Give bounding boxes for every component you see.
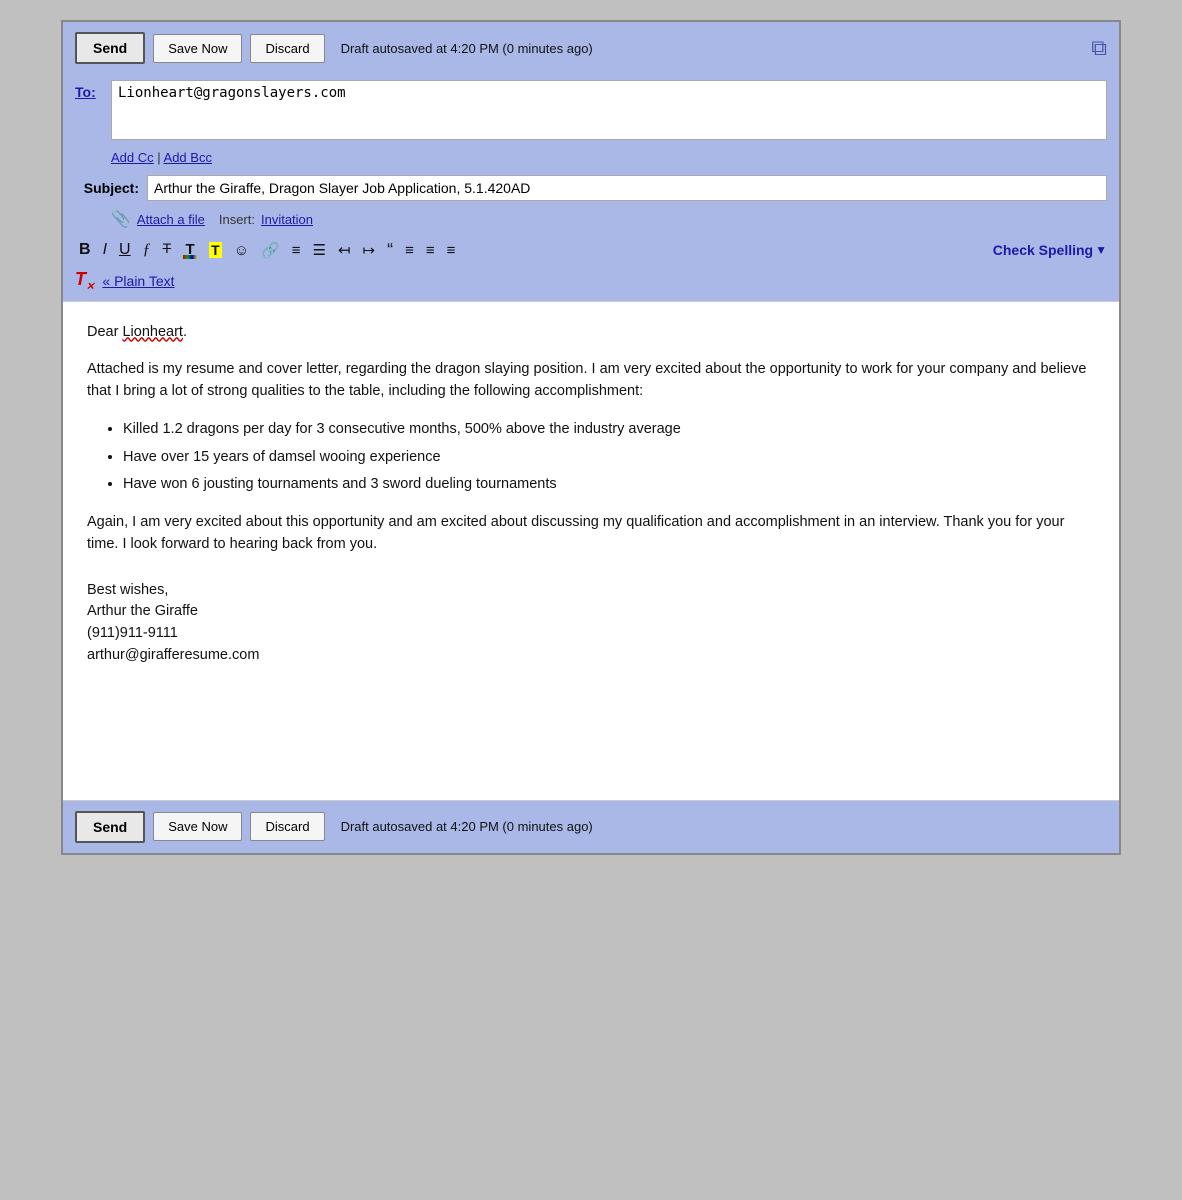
check-spelling-dropdown-arrow: ▼	[1095, 243, 1107, 257]
signature-block: Best wishes, Arthur the Giraffe (911)911…	[87, 580, 1095, 667]
subject-row: Subject:	[63, 171, 1119, 205]
align-right-button[interactable]: ≡	[443, 241, 460, 260]
subject-input[interactable]	[147, 175, 1107, 201]
bullet-list: Killed 1.2 dragons per day for 3 consecu…	[123, 419, 1095, 496]
font-button[interactable]: ƒ	[139, 240, 155, 260]
indent-more-button[interactable]: ↦	[359, 241, 380, 260]
pop-out-icon[interactable]: ⧉	[1091, 35, 1107, 61]
emoji-button[interactable]: ☺	[230, 241, 253, 260]
add-cc-link[interactable]: Add Cc	[111, 150, 154, 165]
list-item: Have over 15 years of damsel wooing expe…	[123, 447, 1095, 469]
send-button-top[interactable]: Send	[75, 32, 145, 64]
signature-line-2: Arthur the Giraffe	[87, 601, 1095, 623]
body-paragraph-2: Again, I am very excited about this oppo…	[87, 512, 1095, 556]
align-center-button[interactable]: ≡	[422, 241, 439, 260]
list-item: Have won 6 jousting tournaments and 3 sw…	[123, 474, 1095, 496]
to-input[interactable]	[111, 80, 1107, 140]
discard-button-bottom[interactable]: Discard	[250, 812, 324, 841]
underline-button[interactable]: U	[115, 240, 135, 260]
insert-invitation-link[interactable]: Invitation	[261, 212, 313, 227]
indent-less-button[interactable]: ↤	[334, 241, 355, 260]
recipient-name: Lionheart	[122, 324, 182, 340]
attach-row: 📎 Attach a file Insert: Invitation	[63, 205, 1119, 233]
signature-line-3: (911)911-9111	[87, 623, 1095, 645]
email-compose-window: Send Save Now Discard Draft autosaved at…	[61, 20, 1121, 855]
signature-line-4: arthur@girafferesume.com	[87, 645, 1095, 667]
check-spelling-button[interactable]: Check Spelling ▼	[993, 242, 1107, 258]
blockquote-button[interactable]: “	[383, 239, 397, 261]
plain-text-arrow: «	[102, 273, 110, 289]
cc-bcc-separator: |	[154, 150, 164, 165]
discard-button-top[interactable]: Discard	[250, 34, 324, 63]
bold-button[interactable]: B	[75, 240, 95, 260]
remove-formatting-icon: T✕	[75, 269, 94, 293]
strikethrough-button[interactable]: T	[159, 239, 176, 261]
autosave-status-bottom: Draft autosaved at 4:20 PM (0 minutes ag…	[341, 819, 1107, 834]
send-button-bottom[interactable]: Send	[75, 811, 145, 843]
save-now-button-top[interactable]: Save Now	[153, 34, 242, 63]
ordered-list-button[interactable]: ≡	[288, 241, 305, 260]
italic-button[interactable]: I	[99, 240, 111, 260]
email-body[interactable]: Dear Lionheart. Attached is my resume an…	[63, 301, 1119, 801]
to-row: To:	[63, 74, 1119, 146]
autosave-status-top: Draft autosaved at 4:20 PM (0 minutes ag…	[341, 41, 1084, 56]
top-toolbar: Send Save Now Discard Draft autosaved at…	[63, 22, 1119, 74]
check-spelling-label: Check Spelling	[993, 242, 1093, 258]
plain-text-link[interactable]: « Plain Text	[102, 273, 174, 289]
list-item: Killed 1.2 dragons per day for 3 consecu…	[123, 419, 1095, 441]
paperclip-icon: 📎	[111, 209, 131, 229]
attach-file-link[interactable]: Attach a file	[137, 212, 205, 227]
save-now-button-bottom[interactable]: Save Now	[153, 812, 242, 841]
to-label: To:	[75, 80, 111, 100]
text-color-button[interactable]: T	[179, 240, 201, 261]
align-left-button[interactable]: ≡	[401, 241, 418, 260]
plain-text-row: T✕ « Plain Text	[63, 267, 1119, 301]
add-bcc-link[interactable]: Add Bcc	[164, 150, 212, 165]
insert-label: Insert:	[219, 212, 255, 227]
body-paragraph-1: Attached is my resume and cover letter, …	[87, 359, 1095, 403]
bottom-toolbar: Send Save Now Discard Draft autosaved at…	[63, 801, 1119, 853]
formatting-toolbar: B I U ƒ T T T ☺ 🔗 ≡ ☰ ↤ ↦ “ ≡ ≡ ≡ Check …	[63, 233, 1119, 267]
cc-bcc-row: Add Cc | Add Bcc	[63, 146, 1119, 171]
link-button[interactable]: 🔗	[257, 241, 284, 260]
text-highlight-button[interactable]: T	[205, 241, 226, 260]
signature-line-1: Best wishes,	[87, 580, 1095, 602]
plain-text-label: Plain Text	[114, 273, 174, 289]
email-salutation: Dear Lionheart.	[87, 322, 1095, 344]
unordered-list-button[interactable]: ☰	[308, 241, 329, 260]
subject-label: Subject:	[75, 180, 147, 196]
